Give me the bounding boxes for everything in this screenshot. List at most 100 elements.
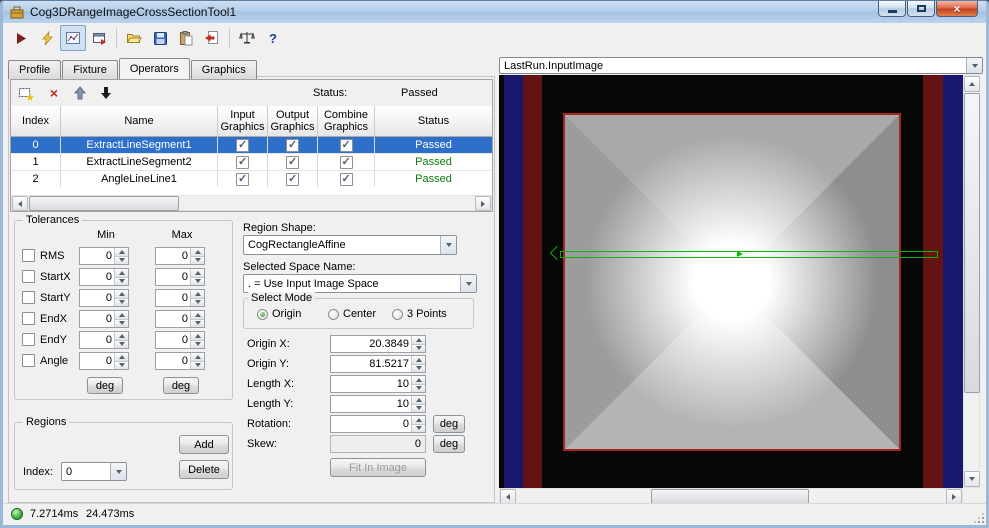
table-row[interactable]: 0 ExtractLineSegment1 Passed — [11, 137, 492, 154]
rms-min-spinner[interactable] — [79, 247, 129, 265]
spin-down-button[interactable] — [115, 319, 128, 327]
starty-min-spinner[interactable] — [79, 289, 129, 307]
close-button[interactable]: × — [936, 1, 978, 17]
angle-max-input[interactable] — [156, 353, 190, 369]
origin-x-spinner[interactable] — [330, 335, 426, 353]
combine-graphics-checkbox[interactable] — [339, 172, 353, 186]
origin-y-input[interactable] — [331, 356, 411, 372]
dropdown-button[interactable] — [110, 463, 126, 480]
float-window-button[interactable] — [86, 25, 112, 51]
show-results-toggle[interactable] — [60, 25, 86, 51]
spin-up-button[interactable] — [191, 332, 204, 341]
col-status[interactable]: Status — [375, 106, 492, 136]
scroll-left-button[interactable] — [12, 196, 28, 211]
spin-down-button[interactable] — [191, 277, 204, 285]
starty-min-input[interactable] — [80, 290, 114, 306]
spin-down-button[interactable] — [412, 364, 425, 372]
length-y-spinner[interactable] — [330, 395, 426, 413]
endx-max-input[interactable] — [156, 311, 190, 327]
resize-grip[interactable] — [982, 521, 984, 523]
help-button[interactable]: ? — [260, 25, 286, 51]
move-up-button[interactable] — [71, 84, 89, 102]
radio-3points[interactable]: 3 Points — [392, 308, 447, 320]
endy-min-input[interactable] — [80, 332, 114, 348]
maximize-button[interactable] — [907, 1, 935, 17]
table-h-scrollbar[interactable] — [11, 195, 492, 211]
angle-min-input[interactable] — [80, 353, 114, 369]
scroll-up-button[interactable] — [964, 76, 980, 92]
scroll-left-button[interactable] — [500, 489, 516, 504]
display-image-combo[interactable]: LastRun.InputImage — [499, 57, 983, 74]
delete-region-button[interactable]: Delete — [179, 460, 229, 479]
save-button[interactable] — [147, 25, 173, 51]
electric-run-button[interactable] — [34, 25, 60, 51]
region-shape-combo[interactable]: CogRectangleAffine — [243, 235, 457, 255]
startx-min-input[interactable] — [80, 269, 114, 285]
startx-min-spinner[interactable] — [79, 268, 129, 286]
spin-up-button[interactable] — [412, 396, 425, 405]
combine-graphics-checkbox[interactable] — [339, 138, 353, 152]
combine-graphics-checkbox[interactable] — [339, 155, 353, 169]
col-input-graphics[interactable]: Input Graphics — [218, 106, 268, 136]
rms-max-input[interactable] — [156, 248, 190, 264]
spin-down-button[interactable] — [115, 277, 128, 285]
spin-down-button[interactable] — [115, 256, 128, 264]
angle-max-spinner[interactable] — [155, 352, 205, 370]
rotation-deg-button[interactable]: deg — [433, 415, 465, 433]
input-graphics-checkbox[interactable] — [236, 138, 249, 152]
spin-down-button[interactable] — [412, 344, 425, 352]
endx-min-input[interactable] — [80, 311, 114, 327]
endy-max-input[interactable] — [156, 332, 190, 348]
endy-min-spinner[interactable] — [79, 331, 129, 349]
paste-button[interactable] — [173, 25, 199, 51]
spin-up-button[interactable] — [115, 269, 128, 278]
image-h-scrollbar[interactable] — [499, 488, 963, 504]
input-graphics-checkbox[interactable] — [236, 155, 249, 169]
origin-y-spinner[interactable] — [330, 355, 426, 373]
endy-max-spinner[interactable] — [155, 331, 205, 349]
input-graphics-checkbox[interactable] — [236, 172, 249, 186]
rms-max-spinner[interactable] — [155, 247, 205, 265]
starty-max-input[interactable] — [156, 290, 190, 306]
scroll-right-button[interactable] — [475, 196, 491, 211]
minimize-button[interactable] — [878, 1, 906, 17]
spin-up-button[interactable] — [412, 376, 425, 385]
starty-checkbox[interactable] — [22, 291, 35, 304]
output-graphics-checkbox[interactable] — [286, 172, 299, 186]
spin-up-button[interactable] — [191, 353, 204, 362]
spin-down-button[interactable] — [115, 340, 128, 348]
spin-up-button[interactable] — [412, 416, 425, 425]
import-button[interactable] — [199, 25, 225, 51]
scroll-right-button[interactable] — [946, 489, 962, 504]
rotation-spinner[interactable] — [330, 415, 426, 433]
spin-up-button[interactable] — [191, 269, 204, 278]
spin-up-button[interactable] — [115, 311, 128, 320]
col-name[interactable]: Name — [61, 106, 218, 136]
max-deg-button[interactable]: deg — [163, 377, 199, 394]
add-region-button[interactable]: Add — [179, 435, 229, 454]
calibration-button[interactable] — [234, 25, 260, 51]
col-output-graphics[interactable]: Output Graphics — [268, 106, 318, 136]
spin-up-button[interactable] — [115, 353, 128, 362]
dropdown-button[interactable] — [440, 236, 456, 254]
spin-down-button[interactable] — [115, 298, 128, 306]
tab-fixture[interactable]: Fixture — [62, 60, 118, 79]
spin-down-button[interactable] — [191, 361, 204, 369]
spin-down-button[interactable] — [412, 384, 425, 392]
open-button[interactable] — [121, 25, 147, 51]
scroll-thumb[interactable] — [651, 489, 809, 504]
startx-checkbox[interactable] — [22, 270, 35, 283]
spin-up-button[interactable] — [412, 336, 425, 345]
radio-center[interactable]: Center — [328, 308, 376, 320]
rms-checkbox[interactable] — [22, 249, 35, 262]
dropdown-button[interactable] — [966, 58, 982, 73]
table-row[interactable]: 1 ExtractLineSegment2 Passed — [11, 154, 492, 171]
image-v-scrollbar[interactable] — [963, 75, 980, 488]
spin-up-button[interactable] — [191, 290, 204, 299]
startx-max-input[interactable] — [156, 269, 190, 285]
titlebar[interactable]: Cog3DRangeImageCrossSectionTool1 × — [3, 1, 986, 23]
move-down-button[interactable] — [97, 84, 115, 102]
spin-down-button[interactable] — [191, 256, 204, 264]
tab-operators[interactable]: Operators — [118, 58, 190, 79]
output-graphics-checkbox[interactable] — [286, 138, 299, 152]
